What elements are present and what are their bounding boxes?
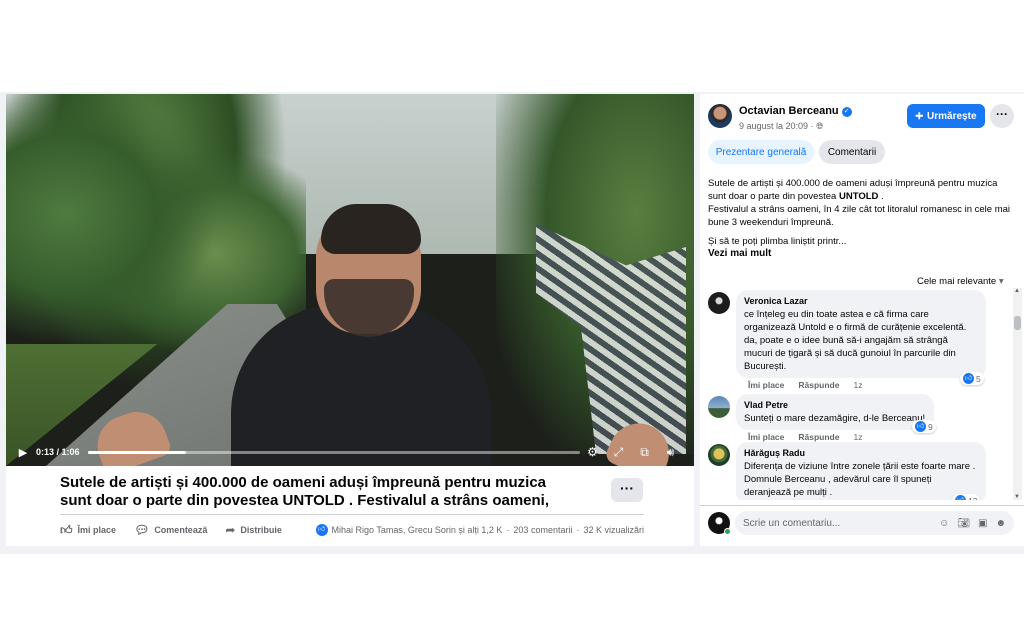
commenter-name[interactable]: Hărăguș Radu — [744, 447, 978, 460]
chevron-down-icon: ▾ — [998, 276, 1004, 287]
comment-reaction-count: 5 — [976, 373, 981, 384]
description-text-1-end: . — [878, 191, 884, 202]
verified-badge-icon: ✓ — [841, 107, 852, 117]
composer-icons: ☺ 📷︎ ▣ ☻ — [939, 518, 1006, 529]
commenter-name[interactable]: Vlad Petre — [744, 399, 926, 412]
picture-in-picture-icon[interactable]: ⧉ — [632, 445, 658, 460]
sort-label: Cele mai relevante — [917, 276, 997, 287]
see-more-link[interactable]: Vezi mai mult — [708, 248, 771, 259]
comments-count[interactable]: 203 comentarii — [513, 525, 572, 535]
post-actions: 👍︎ Îmi place 💬︎ Comentează ➦ Distribuie … — [60, 520, 644, 540]
commenter-avatar[interactable] — [708, 292, 730, 314]
comment-text: ce înțeleg eu din toate astea e că firma… — [744, 309, 967, 372]
camera-icon[interactable]: 📷︎ — [957, 518, 970, 529]
commenter-avatar[interactable] — [708, 396, 730, 418]
commenter-name[interactable]: Veronica Lazar — [744, 295, 978, 308]
separator-dot: · — [506, 525, 510, 535]
video-person-hair — [321, 204, 421, 254]
comment-button[interactable]: 💬︎ Comentează — [134, 523, 207, 537]
author-avatar[interactable] — [708, 104, 732, 128]
comment-reaction-count: 12 — [968, 496, 977, 501]
like-label: Îmi place — [77, 525, 117, 535]
share-button[interactable]: ➦ Distribuie — [225, 523, 282, 537]
post-title: Sutele de artiști și 400.000 de oameni a… — [60, 474, 550, 509]
description-paragraph-2: Festivalul a strâns oameni, în 4 zile câ… — [708, 204, 1011, 228]
follow-label: Urmărește — [927, 110, 977, 122]
comment-actions: Îmi place Răspunde 1z — [748, 380, 862, 390]
comment-bubble: Vlad Petre Sunteți o mare dezamăgire, d-… — [736, 394, 934, 430]
video-time: 0:13 / 1:06 — [36, 447, 80, 457]
comment-text: Sunteți o mare dezamăgire, d-le Berceanu… — [744, 413, 926, 424]
scroll-down-icon[interactable]: ▼ — [1014, 494, 1020, 500]
comment-bubble: Hărăguș Radu Diferența de viziune între … — [736, 442, 986, 500]
author-name-text: Octavian Berceanu — [739, 105, 839, 117]
comment-reply-link[interactable]: Răspunde — [798, 380, 839, 390]
tab-comments[interactable]: Comentarii — [819, 140, 885, 164]
post-date[interactable]: 9 august la 20:09 · 🌐︎ — [739, 121, 823, 132]
share-label: Distribuie — [240, 525, 282, 535]
comment-icon: 💬︎ — [134, 523, 150, 537]
comment-sort-dropdown[interactable]: Cele mai relevante ▾ — [917, 276, 1004, 287]
comments-scrollbar[interactable]: ▲ ▼ — [1013, 288, 1022, 500]
post-date-text: 9 august la 20:09 · — [739, 121, 817, 131]
play-icon[interactable]: ▶ — [16, 445, 30, 459]
globe-icon: 🌐︎ — [816, 121, 824, 131]
comments-list: Veronica Lazar ce înțeleg eu din toate a… — [700, 288, 1012, 500]
comment-time[interactable]: 1z — [853, 380, 862, 390]
description-paragraph-1: Sutele de artiști și 400.000 de oameni a… — [708, 177, 1014, 203]
like-reaction-icon: 👍︎ — [915, 421, 926, 432]
comment-reply-link[interactable]: Răspunde — [798, 432, 839, 442]
post-title-row: Sutele de artiști și 400.000 de oameni a… — [60, 474, 640, 510]
author-name[interactable]: Octavian Berceanu ✓ — [739, 105, 852, 117]
scrollbar-thumb[interactable] — [1014, 316, 1021, 330]
comment-text: Diferența de viziune între zonele țării … — [744, 461, 976, 498]
video-controls: ▶ 0:13 / 1:06 ⚙ ⤢ ⧉ 🔊︎ — [6, 438, 694, 466]
like-reaction-icon: 👍︎ — [963, 373, 974, 384]
comment-time[interactable]: 1z — [853, 432, 862, 442]
tab-overview[interactable]: Prezentare generală — [708, 140, 814, 164]
post-more-button[interactable]: ··· — [611, 478, 643, 502]
description-bold: UNTOLD — [838, 191, 879, 202]
divider — [60, 514, 644, 515]
fullscreen-icon[interactable]: ⤢ — [606, 445, 632, 460]
gif-icon[interactable]: ▣ — [978, 518, 987, 529]
video-player[interactable] — [6, 94, 694, 466]
reactions-summary[interactable]: Mihai Rigo Tamas, Grecu Sorin și alți 1,… — [332, 525, 503, 535]
scroll-up-icon[interactable]: ▲ — [1014, 288, 1020, 294]
video-progress-fill — [87, 450, 186, 454]
comment-reactions[interactable]: 👍︎ 5 — [960, 372, 984, 385]
comment-label: Comentează — [154, 525, 208, 535]
follow-button[interactable]: ➕︎ Urmărește — [907, 104, 985, 128]
online-status-icon — [724, 528, 731, 535]
views-count: 32 K vizualizări — [583, 525, 644, 535]
like-reaction-icon: 👍︎ — [315, 524, 328, 536]
separator-dot: · — [576, 525, 580, 535]
video-progress-bar[interactable] — [87, 450, 580, 454]
like-reaction-icon: 👍︎ — [955, 495, 966, 500]
post-description: Sutele de artiști și 400.000 de oameni a… — [708, 177, 1014, 248]
settings-icon[interactable]: ⚙ — [580, 445, 606, 459]
comment-actions: Îmi place Răspunde 1z — [748, 432, 862, 442]
comment-input-placeholder: Scrie un comentariu... — [743, 517, 841, 529]
comment-reactions[interactable]: 👍︎ 12 — [952, 494, 981, 501]
emoji-icon[interactable]: ☺ — [939, 518, 949, 529]
volume-icon[interactable]: 🔊︎ — [658, 445, 684, 460]
comment-bubble: Veronica Lazar ce înțeleg eu din toate a… — [736, 290, 986, 378]
description-paragraph-3: Și să te poți plimba liniștit printr... — [708, 236, 847, 247]
thumbs-up-icon: 👍︎ — [60, 522, 73, 537]
like-button[interactable]: 👍︎ Îmi place — [60, 523, 116, 538]
post-options-button[interactable]: ··· — [990, 104, 1014, 128]
sticker-icon[interactable]: ☻ — [995, 518, 1006, 529]
follow-icon: ➕︎ — [915, 110, 924, 122]
comment-reactions[interactable]: 👍︎ 9 — [912, 420, 936, 433]
comment-reaction-count: 9 — [928, 421, 933, 432]
comment-like-link[interactable]: Îmi place — [748, 432, 784, 442]
comment-like-link[interactable]: Îmi place — [748, 380, 784, 390]
commenter-avatar[interactable] — [708, 444, 730, 466]
share-icon: ➦ — [225, 523, 236, 537]
post-stats: 👍︎ Mihai Rigo Tamas, Grecu Sorin și alți… — [315, 524, 644, 536]
comment-input[interactable]: Scrie un comentariu... ☺ 📷︎ ▣ ☻ — [735, 511, 1014, 535]
